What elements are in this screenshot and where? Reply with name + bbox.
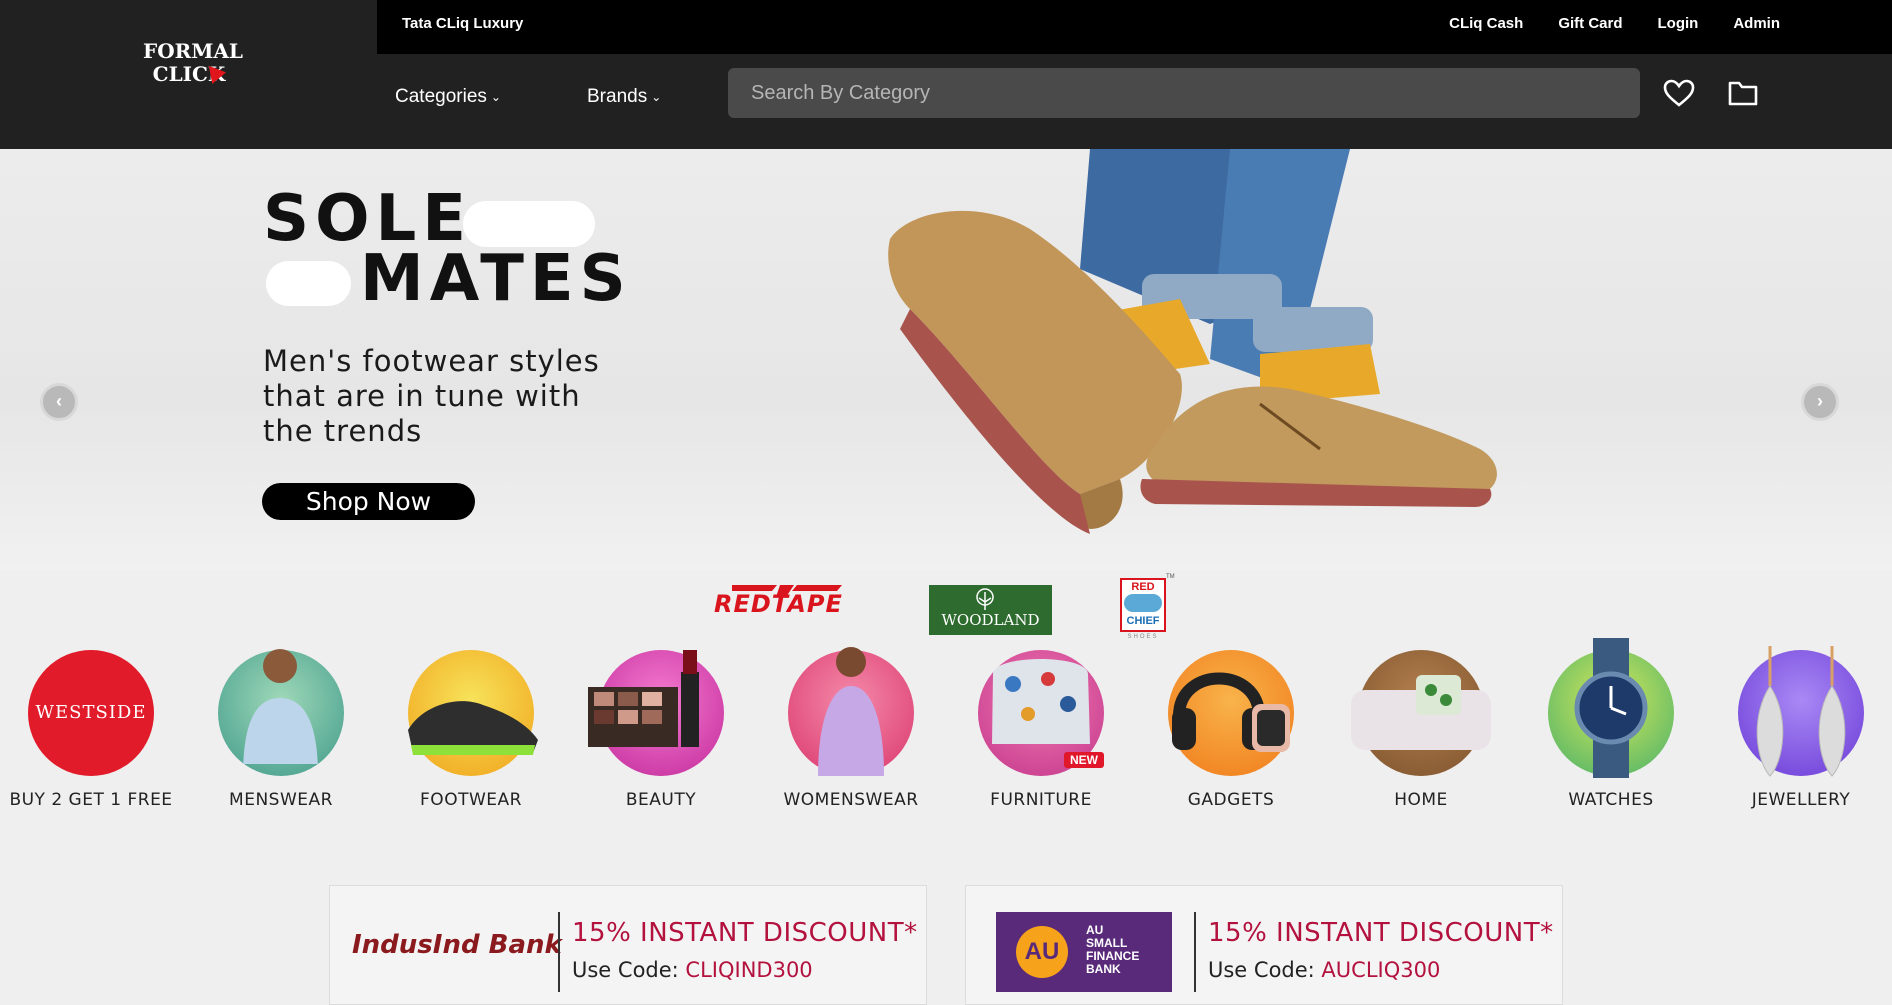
jewellery-image [1738, 646, 1864, 777]
au-text-4: BANK [1086, 962, 1121, 976]
logo-line-2: CLICK [152, 62, 226, 86]
banner-headline: SOLE MATES [263, 182, 632, 316]
beauty-image [588, 650, 724, 776]
offer-card-indusind[interactable]: IndusInd Bank 15% INSTANT DISCOUNT* Use … [329, 885, 927, 1005]
redchief-bottom-text: CHIEF [1126, 615, 1160, 627]
code-prefix: Use Code: [1208, 958, 1322, 982]
carousel-next-button[interactable]: › [1801, 383, 1839, 421]
banner-tagline: Men's footwear styles that are in tune w… [263, 344, 600, 449]
au-circle: AU [1016, 926, 1068, 978]
logo-line-1: FORMAL [143, 39, 243, 63]
tagline-line-1: Men's footwear styles [263, 344, 600, 378]
makeup-palette-icon [588, 650, 699, 747]
category-label: BEAUTY [625, 790, 697, 810]
brand-redtape[interactable]: REDTAPE [714, 590, 843, 618]
new-badge: NEW [1064, 752, 1104, 768]
footwear-image [408, 650, 538, 776]
tagline-line-2: that are in tune with [263, 379, 581, 413]
brand-redchief[interactable]: RED CHIEF SHOES TM [1118, 574, 1175, 640]
offer-divider [1194, 912, 1196, 992]
category-label: WOMENSWEAR [783, 790, 919, 810]
woman-figure-icon [818, 647, 884, 776]
womenswear-image [788, 647, 914, 776]
categories-menu[interactable]: Categories ⌄ [395, 86, 501, 108]
furniture-image: NEW [978, 650, 1104, 776]
offer-discount: 15% INSTANT DISCOUNT* [1208, 918, 1554, 948]
brands-menu[interactable]: Brands ⌄ [587, 86, 661, 108]
category-label: FOOTWEAR [420, 790, 522, 810]
menswear-image [218, 649, 344, 776]
woodland-tree-icon [976, 588, 994, 610]
login-link[interactable]: Login [1658, 15, 1699, 32]
watches-image [1548, 638, 1674, 778]
offer-card-au[interactable]: AU AU SMALL FINANCE BANK 15% INSTANT DIS… [965, 885, 1563, 1005]
sneaker-icon [408, 701, 538, 755]
au-bank-text: AU SMALL FINANCE BANK [1086, 924, 1139, 976]
category-footwear[interactable]: FOOTWEAR [386, 650, 556, 810]
westside-logo: WESTSIDE [28, 650, 154, 776]
cliq-cash-link[interactable]: CLiq Cash [1449, 15, 1523, 32]
redchief-top-text: RED [1131, 581, 1155, 593]
top-links: CLiq Cash Gift Card Login Admin [1449, 15, 1892, 32]
chevron-down-icon: ⌄ [490, 90, 501, 104]
site-logo[interactable]: FORMAL CLICK [143, 40, 243, 86]
headphones-watch-icon [1172, 672, 1290, 752]
wristwatch-icon [1574, 638, 1648, 778]
category-label: GADGETS [1187, 790, 1275, 810]
category-label: JEWELLERY [1751, 790, 1851, 810]
category-womenswear[interactable]: WOMENSWEAR [766, 647, 936, 810]
category-label: MENSWEAR [229, 790, 333, 810]
category-beauty[interactable]: BEAUTY [576, 650, 746, 810]
category-row: WESTSIDE BUY 2 GET 1 FREE MENSWEAR FOOTW… [0, 638, 1892, 840]
heart-icon[interactable] [1663, 78, 1695, 108]
folder-icon[interactable] [1727, 78, 1759, 108]
code-value: CLIQIND300 [685, 958, 813, 982]
trademark-text: TM [1166, 574, 1175, 580]
category-label: HOME [1394, 790, 1448, 810]
top-bar: Tata CLiq Luxury CLiq Cash Gift Card Log… [377, 0, 1892, 54]
indusind-bank-logo: IndusInd Bank [352, 930, 562, 960]
au-bank-logo: AU AU SMALL FINANCE BANK [996, 912, 1172, 992]
redchief-head-icon [1124, 594, 1162, 612]
category-label: WATCHES [1568, 790, 1654, 810]
category-home[interactable]: HOME [1336, 650, 1506, 810]
offer-code: Use Code: AUCLIQ300 [1208, 958, 1440, 982]
gadgets-image [1168, 650, 1294, 776]
tagline-line-3: the trends [263, 414, 423, 448]
gift-card-link[interactable]: Gift Card [1558, 15, 1622, 32]
offer-discount: 15% INSTANT DISCOUNT* [572, 918, 918, 948]
chevron-down-icon: ⌄ [651, 90, 662, 104]
category-watches[interactable]: WATCHES [1526, 638, 1696, 810]
sofa-icon [1351, 675, 1491, 750]
category-buy2get1[interactable]: WESTSIDE BUY 2 GET 1 FREE [6, 650, 176, 810]
earrings-icon [1756, 646, 1846, 777]
brand-strip: REDTAPE WOODLAND RED CHIEF SHOES TM [0, 573, 1892, 643]
category-label: FURNITURE [990, 790, 1092, 810]
code-value: AUCLIQ300 [1321, 958, 1441, 982]
category-furniture[interactable]: NEW FURNITURE [956, 650, 1126, 810]
category-menswear[interactable]: MENSWEAR [196, 649, 366, 810]
home-image [1351, 650, 1491, 776]
offer-divider [558, 912, 560, 992]
redchief-sub-text: SHOES [1127, 634, 1159, 640]
site-header: FORMAL CLICK Tata CLiq Luxury CLiq Cash … [0, 0, 1892, 149]
headline-line-1: SOLE [263, 182, 472, 256]
category-jewellery[interactable]: JEWELLERY [1716, 646, 1886, 810]
hero-banner: SOLE MATES Men's footwear styles that ar… [0, 149, 1892, 570]
man-figure-icon [243, 649, 318, 764]
headline-line-2: MATES [360, 242, 632, 316]
logo-area: FORMAL CLICK [0, 0, 377, 149]
categories-label: Categories [395, 86, 487, 107]
tata-cliq-luxury-link[interactable]: Tata CLiq Luxury [402, 15, 523, 32]
shop-now-button[interactable]: Shop Now [262, 483, 475, 520]
shoes-illustration [888, 149, 1497, 534]
code-prefix: Use Code: [572, 958, 686, 982]
offer-code: Use Code: CLIQIND300 [572, 958, 813, 982]
category-label: BUY 2 GET 1 FREE [9, 790, 173, 810]
admin-link[interactable]: Admin [1733, 15, 1780, 32]
category-gadgets[interactable]: GADGETS [1146, 650, 1316, 810]
brands-label: Brands [587, 86, 648, 107]
search-input[interactable] [728, 68, 1640, 118]
carousel-prev-button[interactable]: ‹ [40, 383, 78, 421]
